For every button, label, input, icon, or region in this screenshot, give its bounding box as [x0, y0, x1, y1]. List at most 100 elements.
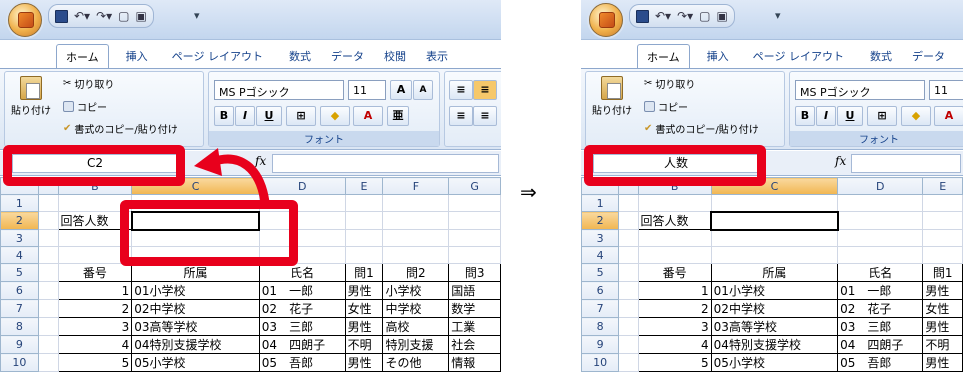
font-name-select[interactable]: MS Pゴシック: [795, 80, 925, 100]
row-header[interactable]: 7: [0, 299, 39, 318]
formula-input[interactable]: [851, 154, 961, 173]
cell-q2[interactable]: 中学校: [382, 299, 450, 318]
row-header[interactable]: 10: [581, 353, 620, 372]
row-header[interactable]: 4: [0, 246, 39, 264]
header-q1[interactable]: 問1: [922, 263, 963, 282]
cell[interactable]: [344, 211, 384, 230]
cell-q2[interactable]: 高校: [382, 317, 450, 336]
cell-no[interactable]: 5: [57, 353, 133, 372]
redo-icon[interactable]: ↷▾: [96, 10, 112, 22]
respondents-label-cell[interactable]: 回答人数: [637, 211, 712, 230]
cell-no[interactable]: 2: [637, 299, 712, 318]
cell[interactable]: [618, 317, 639, 336]
font-name-select[interactable]: MS Pゴシック: [214, 80, 344, 100]
cell[interactable]: [837, 211, 924, 230]
cell[interactable]: [710, 229, 839, 247]
cell[interactable]: [382, 229, 450, 247]
tab-formulas[interactable]: 数式: [280, 44, 320, 68]
cell-name[interactable]: 04 四朗子: [837, 335, 924, 354]
align-top-button[interactable]: ≡: [449, 80, 473, 100]
header-q2[interactable]: 問2: [382, 263, 450, 282]
cell[interactable]: [37, 353, 59, 372]
tab-formulas[interactable]: 数式: [861, 44, 901, 68]
cell-name[interactable]: 02 花子: [258, 299, 346, 318]
tab-home[interactable]: ホーム: [56, 44, 109, 68]
save-icon[interactable]: [636, 9, 649, 23]
cell-q3[interactable]: 情報: [448, 353, 501, 372]
tab-insert[interactable]: 挿入: [698, 44, 738, 68]
tab-insert[interactable]: 挿入: [117, 44, 157, 68]
font-color-button[interactable]: A: [934, 106, 963, 126]
tab-home[interactable]: ホーム: [637, 44, 690, 68]
cell[interactable]: [37, 211, 59, 230]
cell-affiliation[interactable]: 01小学校: [710, 281, 839, 300]
header-name[interactable]: 氏名: [837, 263, 924, 282]
shrink-font-button[interactable]: A: [413, 80, 433, 100]
cell[interactable]: [448, 229, 501, 247]
cell-name[interactable]: 05 吾郎: [258, 353, 346, 372]
font-size-select[interactable]: 11: [929, 80, 963, 100]
row-header[interactable]: 5: [581, 263, 620, 282]
cell-q1[interactable]: 男性: [344, 317, 384, 336]
row-header[interactable]: 8: [581, 317, 620, 336]
cell[interactable]: [637, 229, 712, 247]
cell[interactable]: [344, 194, 384, 212]
header-q3[interactable]: 問3: [448, 263, 501, 282]
header-no[interactable]: 番号: [637, 263, 712, 282]
row-header[interactable]: 1: [581, 194, 620, 212]
row-header[interactable]: 3: [0, 229, 39, 247]
row-header[interactable]: 3: [581, 229, 620, 247]
fill-color-button[interactable]: ◆: [901, 106, 931, 126]
cell-no[interactable]: 1: [637, 281, 712, 300]
cell[interactable]: [37, 229, 59, 247]
header-q1[interactable]: 問1: [344, 263, 384, 282]
cell-name[interactable]: 02 花子: [837, 299, 924, 318]
cell-name[interactable]: 03 三郎: [837, 317, 924, 336]
cell-name[interactable]: 01 一郎: [837, 281, 924, 300]
tab-page-layout[interactable]: ページ レイアウト: [163, 44, 272, 68]
tab-view[interactable]: 表示: [417, 44, 457, 68]
cell-q2[interactable]: 特別支援: [382, 335, 450, 354]
cell-q1[interactable]: 男性: [922, 353, 963, 372]
cell[interactable]: [37, 299, 59, 318]
cell[interactable]: [448, 211, 501, 230]
header-name[interactable]: 氏名: [258, 263, 346, 282]
cut-button[interactable]: ✂ 切り取り: [63, 76, 114, 91]
cell[interactable]: [37, 281, 59, 300]
cell[interactable]: [637, 246, 712, 264]
cell[interactable]: [382, 246, 450, 264]
format-painter-button[interactable]: ✔ 書式のコピー/貼り付け: [644, 121, 759, 136]
print-icon[interactable]: ▣: [136, 10, 147, 22]
cell-q2[interactable]: 小学校: [382, 281, 450, 300]
cell-affiliation[interactable]: 04特別支援学校: [710, 335, 839, 354]
fx-icon[interactable]: fx: [835, 154, 846, 173]
cell[interactable]: [922, 229, 963, 247]
cell-q1[interactable]: 不明: [922, 335, 963, 354]
row-header[interactable]: 2: [0, 211, 39, 230]
row-header[interactable]: 7: [581, 299, 620, 318]
office-button[interactable]: [8, 3, 42, 37]
underline-button[interactable]: U: [837, 106, 863, 126]
cell-no[interactable]: 5: [637, 353, 712, 372]
cell[interactable]: [618, 353, 639, 372]
cell-q1[interactable]: 女性: [922, 299, 963, 318]
formula-input[interactable]: [272, 154, 499, 173]
cell[interactable]: [618, 335, 639, 354]
underline-button[interactable]: U: [256, 106, 282, 126]
undo-icon[interactable]: ↶▾: [655, 10, 671, 22]
row-header[interactable]: 6: [0, 281, 39, 300]
cell-no[interactable]: 4: [57, 335, 133, 354]
copy-button[interactable]: コピー: [63, 99, 107, 114]
print-preview-icon[interactable]: ▢: [699, 10, 710, 22]
print-preview-icon[interactable]: ▢: [118, 10, 129, 22]
cell-affiliation[interactable]: 01小学校: [131, 281, 260, 300]
cell[interactable]: [37, 317, 59, 336]
cell[interactable]: [618, 299, 639, 318]
cell[interactable]: [618, 263, 639, 282]
cell[interactable]: [37, 263, 59, 282]
cell-affiliation[interactable]: 05小学校: [131, 353, 260, 372]
qat-customize-icon[interactable]: ▾: [194, 9, 200, 22]
undo-icon[interactable]: ↶▾: [74, 10, 90, 22]
cell-q1[interactable]: 男性: [922, 317, 963, 336]
cell[interactable]: [837, 194, 924, 212]
